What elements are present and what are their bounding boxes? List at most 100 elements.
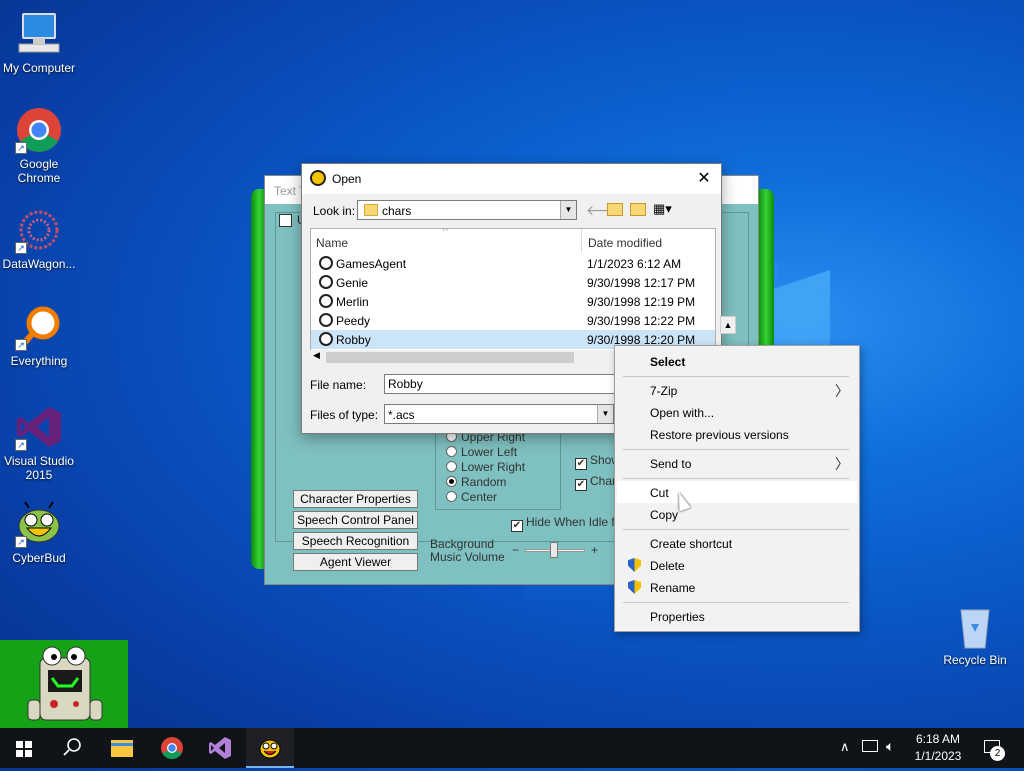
desktop-icon-label: Recycle Bin <box>943 653 1007 667</box>
sort-up-icon: ^ <box>443 228 448 237</box>
menu-separator <box>623 529 849 530</box>
notifications-button[interactable]: 2 <box>980 728 1024 768</box>
dialog-titlebar[interactable]: Open ✕ <box>302 164 721 194</box>
view-menu-icon[interactable]: ▦▾ <box>653 201 672 217</box>
everything-search-icon: ↗ <box>15 303 63 351</box>
file-row[interactable]: Peedy 9/30/1998 12:22 PM <box>311 311 715 330</box>
file-name: Merlin <box>336 295 369 309</box>
desktop-icon-visual-studio[interactable]: ↗ Visual Studio 2015 <box>0 403 78 482</box>
taskbar-visual-studio[interactable] <box>196 728 244 768</box>
column-header-date[interactable]: Date modified <box>583 229 715 253</box>
desktop-icon-my-computer[interactable]: My Computer <box>0 10 78 75</box>
radio-lower-left[interactable]: Lower Left <box>446 445 517 459</box>
desktop-icon-everything[interactable]: ↗ Everything <box>0 303 78 368</box>
chevron-right-icon: 〉 <box>835 383 849 399</box>
datawagon-icon: ↗ <box>15 206 63 254</box>
file-list: Name ^ Date modified GamesAgent 1/1/2023… <box>310 228 716 363</box>
look-in-value: chars <box>382 204 412 218</box>
clock-time[interactable]: 6:18 AM <box>905 732 971 746</box>
agent-character-robby[interactable] <box>0 640 128 728</box>
hide-when-idle-checkbox[interactable]: ✔ Hide When Idle fo <box>511 515 621 532</box>
shortcut-arrow-icon: ↗ <box>15 536 27 548</box>
shortcut-arrow-icon: ↗ <box>15 142 27 154</box>
volume-slider-thumb[interactable] <box>550 542 558 558</box>
agent-file-icon <box>319 313 333 327</box>
volume-minus: − <box>512 543 520 557</box>
radio-icon <box>446 461 457 472</box>
scroll-up-button[interactable]: ▲ <box>720 316 736 334</box>
menu-separator <box>623 376 849 377</box>
desktop-icon-chrome[interactable]: ↗ Google Chrome <box>0 106 78 185</box>
desktop-icon-label: Google Chrome <box>17 157 61 185</box>
desktop-icon-datawagon[interactable]: ↗ DataWagon... <box>0 206 78 271</box>
menu-separator <box>623 478 849 479</box>
file-name-input[interactable]: Robby <box>384 374 644 394</box>
column-divider[interactable] <box>581 229 582 253</box>
new-folder-icon[interactable] <box>630 203 646 216</box>
agent-viewer-button[interactable]: Agent Viewer <box>293 553 418 571</box>
file-date: 9/30/1998 12:19 PM <box>587 295 696 309</box>
chevron-down-icon: ▼ <box>560 201 576 219</box>
chevron-up-icon[interactable]: ∧ <box>840 739 850 755</box>
radio-center[interactable]: Center <box>446 490 497 504</box>
menu-item-copy[interactable]: Copy <box>617 503 857 525</box>
visual-studio-icon <box>209 737 231 759</box>
radio-random[interactable]: Random <box>446 475 506 489</box>
file-name: Peedy <box>336 314 371 328</box>
char-checkbox[interactable]: ✔ Char <box>575 474 616 491</box>
chrome-icon <box>161 737 183 759</box>
character-properties-button[interactable]: Character Properties <box>293 490 418 508</box>
check-icon: ✔ <box>575 479 587 491</box>
menu-item-send-to[interactable]: Send to 〉 <box>617 452 857 474</box>
agent-app-icon <box>310 170 326 186</box>
menu-item-create-shortcut[interactable]: Create shortcut <box>617 532 857 554</box>
desktop-icon-label: CyberBud <box>12 551 66 565</box>
music-volume-label-2: Music Volume <box>430 550 505 564</box>
recycle-bin-icon <box>951 602 999 650</box>
network-icon[interactable] <box>862 740 878 752</box>
file-explorer-icon <box>111 740 133 757</box>
close-icon[interactable]: ✕ <box>693 168 715 190</box>
file-row[interactable]: Merlin 9/30/1998 12:19 PM <box>311 292 715 311</box>
search-button[interactable] <box>48 728 96 768</box>
menu-item-properties[interactable]: Properties <box>617 605 857 627</box>
menu-item-select[interactable]: Select <box>617 350 857 372</box>
menu-item-restore-previous-versions[interactable]: Restore previous versions <box>617 423 857 445</box>
volume-icon[interactable]: 🔈︎ <box>886 738 894 755</box>
taskbar: ∧ 🔈︎ 6:18 AM 1/1/2023 2 <box>0 728 1024 768</box>
agent-file-icon <box>319 256 333 270</box>
desktop-icon-label: Everything <box>10 354 68 368</box>
file-row[interactable]: Genie 9/30/1998 12:17 PM <box>311 273 715 292</box>
taskbar-agent-app[interactable] <box>246 728 294 768</box>
files-of-type-combo[interactable]: *.acs ▼ <box>384 404 614 424</box>
file-row[interactable]: GamesAgent 1/1/2023 6:12 AM <box>311 254 715 273</box>
radio-selected-icon <box>446 476 457 487</box>
shortcut-arrow-icon: ↗ <box>15 439 27 451</box>
menu-separator <box>623 449 849 450</box>
look-in-combo[interactable]: chars ▼ <box>357 200 577 220</box>
start-button[interactable] <box>0 728 48 768</box>
chrome-icon: ↗ <box>15 106 63 154</box>
desktop-icon-cyberbud[interactable]: ↗ CyberBud <box>0 500 78 565</box>
menu-item-open-with[interactable]: Open with... <box>617 401 857 423</box>
menu-item-7zip[interactable]: 7-Zip 〉 <box>617 379 857 401</box>
scrollbar-thumb[interactable] <box>326 352 574 363</box>
file-date: 9/30/1998 12:17 PM <box>587 276 696 290</box>
taskbar-chrome[interactable] <box>148 728 196 768</box>
menu-item-cut[interactable]: Cut <box>617 481 857 503</box>
clock-date[interactable]: 1/1/2023 <box>905 749 971 763</box>
files-of-type-label: Files of type: <box>310 408 379 422</box>
files-of-type-value: *.acs <box>388 408 415 422</box>
speech-recognition-button[interactable]: Speech Recognition <box>293 532 418 550</box>
menu-item-rename[interactable]: Rename <box>617 576 857 598</box>
menu-item-delete[interactable]: Delete <box>617 554 857 576</box>
radio-lower-right[interactable]: Lower Right <box>446 460 525 474</box>
up-folder-icon[interactable] <box>607 203 623 216</box>
file-date: 1/1/2023 6:12 AM <box>587 257 682 271</box>
check-icon: ✔ <box>511 520 523 532</box>
scroll-left-icon[interactable]: ◀ <box>313 350 320 361</box>
desktop-icon-recycle-bin[interactable]: Recycle Bin <box>936 602 1014 667</box>
speech-control-panel-button[interactable]: Speech Control Panel <box>293 511 418 529</box>
taskbar-file-explorer[interactable] <box>98 728 146 768</box>
file-name: Robby <box>336 333 371 347</box>
